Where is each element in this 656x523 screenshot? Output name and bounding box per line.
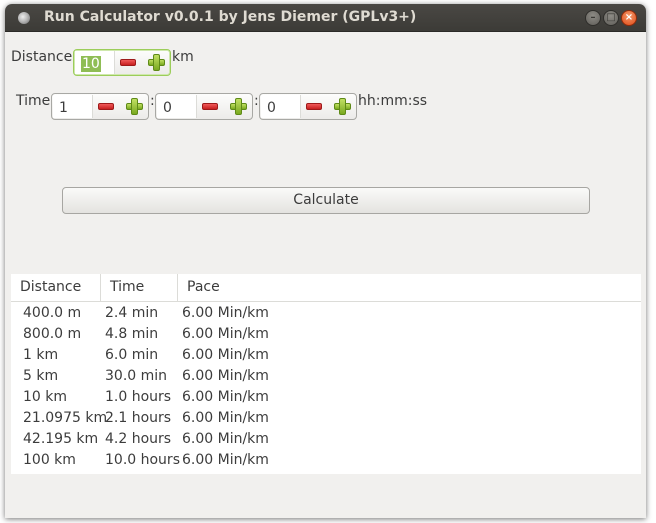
hours-input[interactable]: 1 xyxy=(53,95,93,118)
cell-time: 4.2 hours xyxy=(105,431,172,447)
minutes-spinbox[interactable]: 0 xyxy=(155,93,253,120)
minus-icon xyxy=(98,103,114,110)
cell-pace: 6.00 Min/km xyxy=(182,410,269,426)
cell-time: 4.8 min xyxy=(105,326,159,342)
time-label: Time xyxy=(16,93,51,109)
cell-pace: 6.00 Min/km xyxy=(182,368,269,384)
cell-pace: 6.00 Min/km xyxy=(182,305,269,321)
cell-time: 30.0 min xyxy=(105,368,168,384)
plus-icon xyxy=(230,98,247,115)
title-bar[interactable]: Run Calculator v0.0.1 by Jens Diemer (GP… xyxy=(5,4,646,32)
time-format-label: hh:mm:ss xyxy=(358,93,428,109)
distance-unit-label: km xyxy=(172,49,194,65)
distance-label: Distance xyxy=(11,49,73,65)
seconds-spinbox[interactable]: 0 xyxy=(259,93,357,120)
column-header-pace[interactable]: Pace xyxy=(178,274,641,302)
cell-time: 2.4 min xyxy=(105,305,159,321)
cell-time: 10.0 hours xyxy=(105,452,180,468)
cell-pace: 6.00 Min/km xyxy=(182,431,269,447)
cell-time: 2.1 hours xyxy=(105,410,172,426)
seconds-input[interactable]: 0 xyxy=(261,95,301,118)
minimize-icon[interactable]: – xyxy=(585,10,601,26)
cell-time: 1.0 hours xyxy=(105,389,172,405)
cell-distance: 10 km xyxy=(23,389,68,405)
cell-distance: 42.195 km xyxy=(23,431,99,447)
cell-distance: 800.0 m xyxy=(23,326,82,342)
distance-input[interactable]: 10 xyxy=(75,51,115,74)
minutes-input[interactable]: 0 xyxy=(157,95,197,118)
table-row[interactable]: 1 km 6.0 min 6.00 Min/km xyxy=(11,345,641,366)
minus-icon xyxy=(202,103,218,110)
plus-icon xyxy=(334,98,351,115)
minutes-decrement-button[interactable] xyxy=(196,95,224,118)
seconds-increment-button[interactable] xyxy=(328,95,356,118)
distance-increment-button[interactable] xyxy=(142,51,170,74)
table-header: Distance Time Pace xyxy=(11,274,641,302)
table-row[interactable]: 5 km 30.0 min 6.00 Min/km xyxy=(11,366,641,387)
time-separator: : xyxy=(150,93,155,109)
hours-decrement-button[interactable] xyxy=(92,95,120,118)
cell-pace: 6.00 Min/km xyxy=(182,389,269,405)
cell-distance: 5 km xyxy=(23,368,59,384)
seconds-decrement-button[interactable] xyxy=(300,95,328,118)
cell-distance: 21.0975 km xyxy=(23,410,108,426)
column-header-distance[interactable]: Distance xyxy=(11,274,101,302)
cell-pace: 6.00 Min/km xyxy=(182,347,269,363)
minus-icon xyxy=(306,103,322,110)
table-row[interactable]: 100 km 10.0 hours 6.00 Min/km xyxy=(11,450,641,471)
window-title: Run Calculator v0.0.1 by Jens Diemer (GP… xyxy=(44,9,417,25)
distance-spinbox[interactable]: 10 xyxy=(73,49,171,76)
cell-distance: 1 km xyxy=(23,347,59,363)
plus-icon xyxy=(148,54,165,71)
minus-icon xyxy=(120,59,136,66)
time-separator: : xyxy=(254,93,259,109)
table-row[interactable]: 400.0 m 2.4 min 6.00 Min/km xyxy=(11,303,641,324)
distance-decrement-button[interactable] xyxy=(114,51,142,74)
maximize-icon[interactable]: □ xyxy=(603,10,619,26)
hours-spinbox[interactable]: 1 xyxy=(51,93,149,120)
cell-distance: 100 km xyxy=(23,452,76,468)
app-window: Run Calculator v0.0.1 by Jens Diemer (GP… xyxy=(5,4,646,518)
minutes-increment-button[interactable] xyxy=(224,95,252,118)
cell-pace: 6.00 Min/km xyxy=(182,452,269,468)
app-icon xyxy=(18,12,30,24)
table-row[interactable]: 10 km 1.0 hours 6.00 Min/km xyxy=(11,387,641,408)
hours-increment-button[interactable] xyxy=(120,95,148,118)
close-icon[interactable]: × xyxy=(621,10,637,26)
cell-pace: 6.00 Min/km xyxy=(182,326,269,342)
cell-distance: 400.0 m xyxy=(23,305,82,321)
plus-icon xyxy=(126,98,143,115)
table-row[interactable]: 21.0975 km 2.1 hours 6.00 Min/km xyxy=(11,408,641,429)
cell-time: 6.0 min xyxy=(105,347,159,363)
calculate-button[interactable]: Calculate xyxy=(62,187,590,214)
table-row[interactable]: 42.195 km 4.2 hours 6.00 Min/km xyxy=(11,429,641,450)
column-header-time[interactable]: Time xyxy=(101,274,178,302)
results-table: Distance Time Pace 400.0 m 2.4 min 6.00 … xyxy=(11,274,641,474)
table-row[interactable]: 800.0 m 4.8 min 6.00 Min/km xyxy=(11,324,641,345)
